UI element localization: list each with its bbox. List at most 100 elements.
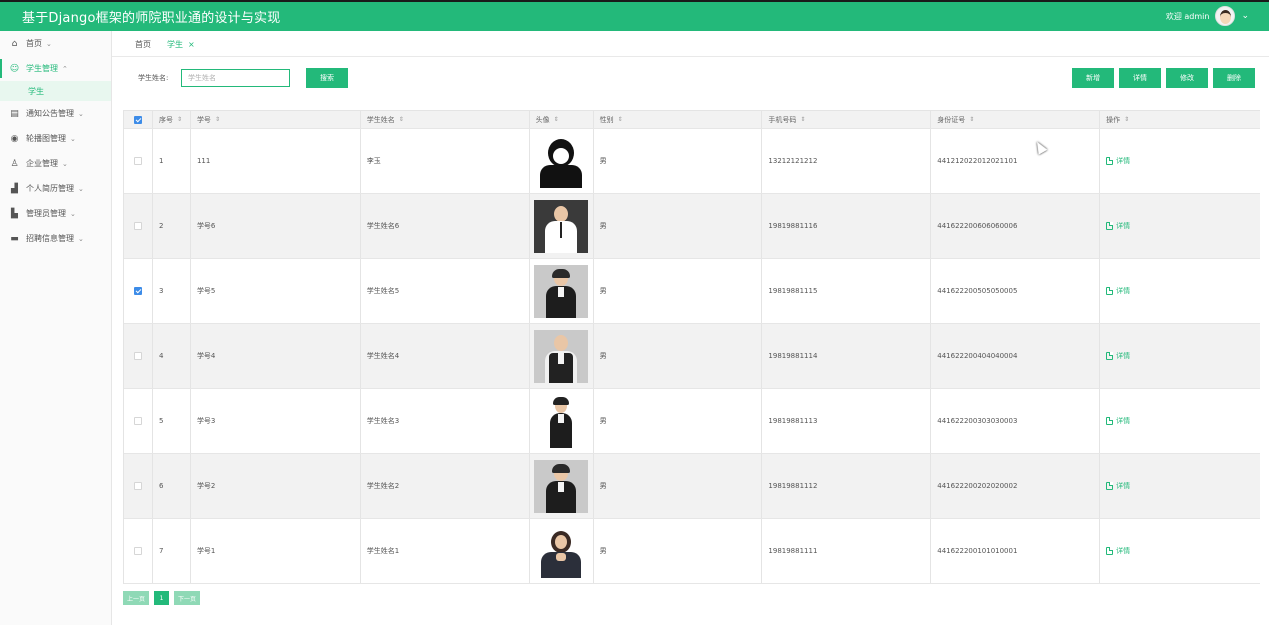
sidebar-item-company-management[interactable]: ♙ 企业管理 ⌄ [0,151,111,176]
table-row[interactable]: 7 学号1 学生姓名1 男 19819881111 44162220010101… [124,519,1260,584]
edit-button[interactable]: 修改 [1166,68,1208,88]
next-page-button[interactable]: 下一页 [174,591,200,605]
column-header[interactable]: 学生姓名 ⇕ [361,111,530,128]
detail-link[interactable]: 详情 [1106,221,1130,231]
column-header[interactable]: 序号 ⇕ [153,111,191,128]
operation-cell: 详情 [1100,129,1260,193]
student-icon: ☺ [9,63,20,74]
detail-link[interactable]: 详情 [1106,416,1130,426]
sidebar-item-resume-management[interactable]: ▟ 个人简历管理 ⌄ [0,176,111,201]
sidebar-item-job-management[interactable]: ▬ 招聘信息管理 ⌄ [0,226,111,251]
tab-bar: 首页 学生 × [112,31,1269,57]
sidebar-item-student-management[interactable]: ☺ 学生管理 ⌃ [0,56,111,81]
tab-home[interactable]: 首页 [135,39,151,50]
user-icon: ♙ [10,158,19,169]
top-bar: 基于Django框架的师院职业通的设计与实现 欢迎 admin ⌄ [0,0,1269,31]
sort-icon: ⇕ [1124,116,1130,123]
tab-student[interactable]: 学生 × [167,39,195,50]
column-label: 操作 [1106,115,1121,124]
row-checkbox[interactable] [133,157,142,165]
table-row[interactable]: 1 111 李玉 男 13212121212 44121202201202110… [124,129,1260,194]
detail-link[interactable]: 详情 [1106,286,1130,296]
column-header[interactable]: 学号 ⇕ [191,111,361,128]
sidebar-item-carousel-management[interactable]: ◉ 轮播图管理 ⌄ [0,126,111,151]
table-row[interactable]: 4 学号4 学生姓名4 男 19819881114 44162220040404… [124,324,1260,389]
avatar-cell [530,259,594,323]
phone-number: 19819881116 [762,194,932,258]
student-name: 学生姓名2 [361,454,530,518]
chevron-down-icon: ⌄ [70,209,76,218]
chevron-up-icon: ⌃ [62,64,68,73]
sidebar-item-admin-management[interactable]: ▙ 管理员管理 ⌄ [0,201,111,226]
detail-link-label: 详情 [1116,352,1131,360]
id-card-number: 441622200202020002 [931,454,1101,518]
student-number: 学号2 [191,454,361,518]
row-checkbox[interactable] [133,417,142,425]
student-name: 学生姓名3 [361,389,530,453]
prev-page-button[interactable]: 上一页 [123,591,149,605]
gender: 男 [594,389,763,453]
avatar-photo [534,459,589,513]
row-checkbox[interactable] [133,482,142,490]
sidebar-item-label: 学生管理 [26,64,58,73]
table-row[interactable]: 3 学号5 学生姓名5 男 19819881115 44162220050505… [124,259,1260,324]
row-checkbox[interactable] [133,547,142,555]
select-all-checkbox[interactable] [133,115,142,124]
row-checkbox-cell [124,129,153,193]
row-checkbox[interactable] [133,222,142,230]
page-number-current[interactable]: 1 [154,591,169,605]
phone-number: 19819881114 [762,324,932,388]
column-header[interactable]: 身份证号 ⇕ [931,111,1101,128]
search-button[interactable]: 搜索 [306,68,348,88]
sidebar-item-home[interactable]: ⌂ 首页 ⌄ [0,31,111,56]
operation-cell: 详情 [1100,259,1260,323]
column-header[interactable]: 手机号码 ⇕ [762,111,932,128]
table-row[interactable]: 2 学号6 学生姓名6 男 19819881116 44162220060606… [124,194,1260,259]
id-card-number: 441622200606060006 [931,194,1101,258]
delete-button[interactable]: 删除 [1213,68,1255,88]
chevron-down-icon: ⌄ [62,159,68,168]
sidebar-item-label: 管理员管理 [26,209,66,218]
table-row[interactable]: 6 学号2 学生姓名2 男 19819881112 44162220020202… [124,454,1260,519]
user-menu[interactable]: 欢迎 admin ⌄ [1166,6,1249,26]
detail-link[interactable]: 详情 [1106,481,1130,491]
add-button[interactable]: 新增 [1072,68,1114,88]
column-label: 身份证号 [937,115,966,124]
close-icon[interactable]: × [188,40,195,49]
sidebar-item-label: 企业管理 [26,159,58,168]
row-checkbox[interactable] [133,352,142,360]
detail-link[interactable]: 详情 [1106,351,1130,361]
table-row[interactable]: 5 学号3 学生姓名3 男 19819881113 44162220030303… [124,389,1260,454]
column-header[interactable]: 头像 ⇕ [530,111,594,128]
sidebar-item-notice-management[interactable]: ▤ 通知公告管理 ⌄ [0,101,111,126]
detail-link-label: 详情 [1116,547,1131,555]
detail-link[interactable]: 详情 [1106,546,1130,556]
column-header[interactable]: 性别 ⇕ [594,111,763,128]
detail-link-label: 详情 [1116,157,1131,165]
avatar-photo [534,524,589,578]
column-header[interactable]: 操作 ⇕ [1100,111,1260,128]
pagination: 上一页 1 下一页 [123,591,200,605]
student-number: 学号1 [191,519,361,583]
row-checkbox-cell [124,454,153,518]
id-card-number: 441622200303030003 [931,389,1101,453]
avatar[interactable] [1215,6,1236,26]
job-icon: ▬ [10,233,19,244]
document-icon [1106,222,1114,230]
sidebar-item-label: 轮播图管理 [26,134,66,143]
document-icon [1106,157,1114,165]
student-number: 学号3 [191,389,361,453]
document-icon [1106,482,1114,490]
search-input[interactable] [181,69,290,87]
sidebar-subitem-student[interactable]: 学生 [0,81,111,101]
detail-link[interactable]: 详情 [1106,156,1130,166]
row-checkbox[interactable] [133,287,142,295]
avatar-photo [534,264,589,318]
id-card-number: 441622200505050005 [931,259,1101,323]
carousel-icon: ◉ [10,133,19,144]
chevron-down-icon[interactable]: ⌄ [1241,11,1249,21]
detail-button[interactable]: 详情 [1119,68,1161,88]
sort-icon: ⇕ [800,116,806,123]
operation-cell: 详情 [1100,194,1260,258]
chevron-down-icon: ⌄ [78,109,84,118]
